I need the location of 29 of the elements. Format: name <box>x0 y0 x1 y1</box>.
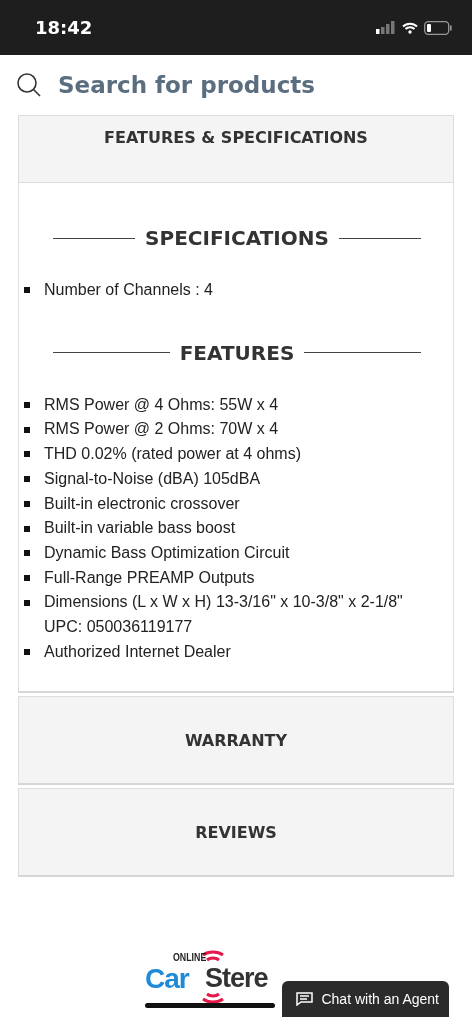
logo-text: Stere <box>205 963 268 995</box>
feature-text: THD 0.02% (rated power at 4 ohms) <box>44 444 301 465</box>
feature-text: Number of Channels : 4 <box>44 280 213 300</box>
signal-icon <box>376 21 396 34</box>
wifi-icon <box>402 21 418 34</box>
feature-text: UPC: 050036119177 <box>44 617 193 638</box>
feature-text: RMS Power @ 4 Ohms: 55W x 4 <box>44 394 279 415</box>
feature-text: Authorized Internet Dealer <box>44 641 231 662</box>
logo-text: ONLINE <box>173 951 207 964</box>
search-field[interactable]: Search for products <box>58 72 438 98</box>
accordion-header[interactable]: FEATURES & SPECIFICATIONS <box>19 116 453 183</box>
search-icon[interactable] <box>16 72 42 98</box>
feature-text: RMS Power @ 2 Ohms: 70W x 4 <box>44 419 279 440</box>
section-heading: FEATURES <box>179 340 295 365</box>
section-heading: SPECIFICATIONS <box>145 226 329 250</box>
feature-text: Full-Range PREAMP Outputs <box>44 567 255 588</box>
clock-time: 18:42 <box>35 17 93 38</box>
store-logo[interactable]: ONLINE Car Stere <box>145 951 277 1012</box>
feature-text: Built-in variable bass boost <box>44 518 236 539</box>
battery-icon <box>424 20 452 35</box>
feature-text: Dynamic Bass Optimization Circuit <box>44 542 290 563</box>
chat-icon <box>296 992 314 1007</box>
chat-button[interactable]: Chat with an Agent <box>282 981 449 1018</box>
accordion-header[interactable]: REVIEWS <box>19 789 453 876</box>
logo-text: Car <box>145 963 189 996</box>
accordion-header[interactable]: WARRANTY <box>19 697 453 784</box>
feature-text: Built-in electronic crossover <box>44 493 240 514</box>
feature-text: Signal-to-Noise (dBA) 105dBA <box>44 468 261 489</box>
feature-text: Dimensions (L x W x H) 13-3/16" x 10-3/8" x 2-1/8" <box>44 592 403 613</box>
